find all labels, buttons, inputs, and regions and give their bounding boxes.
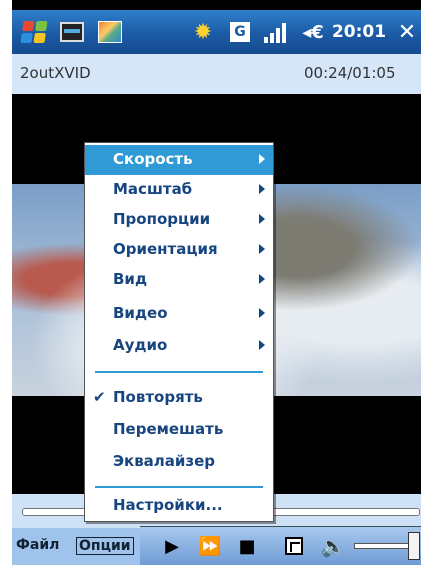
options-menu[interactable]: Опции [76, 537, 134, 555]
menu-separator [95, 371, 263, 373]
submenu-arrow-icon [259, 154, 265, 164]
menu-item-scale[interactable]: Масштаб [85, 175, 273, 205]
menu-item-label: Ориентация [113, 240, 218, 258]
menu-item-label: Аудио [113, 336, 168, 354]
menu-item-label: Пропорции [113, 210, 211, 228]
windows-flag-icon[interactable] [18, 18, 50, 46]
menu-item-shuffle[interactable]: Перемешать [85, 415, 273, 445]
title-bar: 2outXVID 00:24/01:05 [12, 54, 421, 94]
menu-item-label: Эквалайзер [113, 452, 216, 470]
paint-icon[interactable] [96, 18, 124, 46]
status-bar: ✹ G ◂€ 20:01 ✕ [12, 10, 421, 54]
file-name: 2outXVID [20, 64, 91, 82]
media-player-icon[interactable] [58, 18, 86, 46]
menu-item-orientation[interactable]: Ориентация [85, 235, 273, 265]
clock[interactable]: 20:01 [330, 18, 388, 46]
volume-slider[interactable] [354, 543, 414, 549]
menu-separator [95, 486, 263, 488]
playback-time: 00:24/01:05 [304, 64, 396, 82]
menu-item-label: Скорость [113, 150, 193, 168]
submenu-arrow-icon [259, 308, 265, 318]
menu-item-view[interactable]: Вид [85, 265, 273, 295]
fast-forward-button[interactable]: ⏩ [194, 533, 226, 559]
menu-item-proportions[interactable]: Пропорции [85, 205, 273, 235]
notification-bell-icon[interactable]: ✹ [190, 18, 216, 46]
menu-item-video[interactable]: Видео [85, 299, 273, 329]
options-popup-menu: Скорость Масштаб Пропорции Ориентация Ви… [84, 142, 274, 522]
volume-slider-thumb[interactable] [408, 532, 420, 560]
play-button[interactable]: ▶ [158, 533, 186, 559]
menu-item-label: Повторять [113, 388, 203, 406]
g-icon[interactable]: G [228, 18, 252, 46]
volume-icon[interactable]: ◂€ [298, 18, 328, 46]
fullscreen-button[interactable] [280, 533, 308, 559]
file-menu[interactable]: Файл [16, 537, 59, 553]
speaker-button[interactable]: 🔈 [318, 533, 348, 559]
submenu-arrow-icon [259, 214, 265, 224]
submenu-arrow-icon [259, 274, 265, 284]
menu-item-label: Видео [113, 304, 168, 322]
menu-item-label: Перемешать [113, 420, 224, 438]
menu-item-label: Вид [113, 270, 148, 288]
menu-item-label: Настройки... [113, 496, 223, 514]
signal-icon[interactable] [258, 18, 292, 46]
menu-item-label: Масштаб [113, 180, 193, 198]
stop-button[interactable]: ■ [234, 533, 260, 559]
close-icon[interactable]: ✕ [394, 18, 420, 46]
device-screen: ✹ G ◂€ 20:01 ✕ 2outXVID 00:24/01:05 Файл… [12, 0, 421, 565]
menu-item-equalizer[interactable]: Эквалайзер [85, 447, 273, 477]
submenu-arrow-icon [259, 184, 265, 194]
submenu-arrow-icon [259, 244, 265, 254]
g-icon-label: G [230, 22, 250, 42]
fullscreen-icon [285, 537, 303, 555]
menu-item-audio[interactable]: Аудио [85, 331, 273, 361]
submenu-arrow-icon [259, 340, 265, 350]
menu-item-speed[interactable]: Скорость [85, 145, 273, 175]
menu-item-repeat[interactable]: ✔ Повторять [85, 383, 273, 413]
menu-item-settings[interactable]: Настройки... [85, 493, 273, 519]
checkmark-icon: ✔ [93, 388, 106, 406]
